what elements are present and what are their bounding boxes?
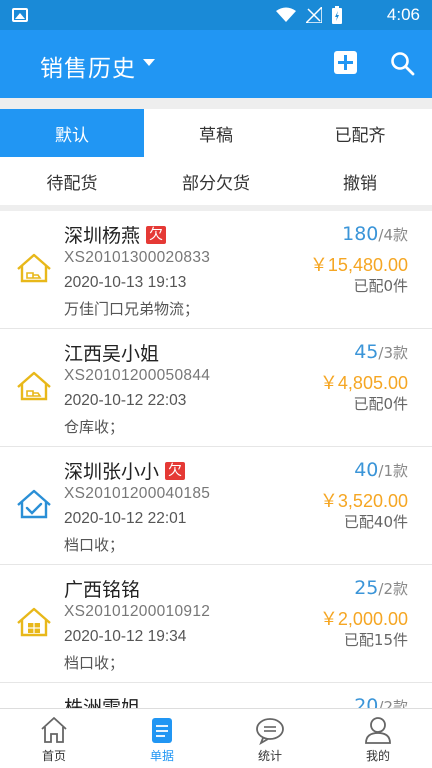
order-note: 仓库收； [64,418,125,436]
page-title[interactable]: 销售历史 [40,49,136,83]
customer-name: 株洲雷姐 [64,697,141,708]
order-quantity: 180/4款 [342,223,408,245]
allocated-count: 已配15件 [343,631,408,649]
order-note: 档口收； [64,654,125,672]
add-button[interactable] [334,51,357,74]
chat-icon [256,718,284,745]
nav-profile[interactable]: 我的 [324,709,432,768]
order-time: 2020-10-12 22:01 [64,510,187,527]
nav-home[interactable]: 首页 [0,709,108,768]
allocated-count: 已配40件 [343,513,408,531]
status-tabs-primary: 默认 草稿 已配齐 [0,109,432,157]
allocated-count: 已配0件 [353,395,408,413]
nav-documents[interactable]: 单据 [108,709,216,768]
order-row[interactable]: 江西吴小姐 XS20101200050844 2020-10-12 22:03 … [0,329,432,447]
order-time: 2020-10-12 19:34 [64,628,187,645]
customer-name: 深圳张小小欠 [64,457,186,484]
house-check-icon [17,489,51,519]
clock: 4:06 [386,5,420,24]
system-icons [276,6,342,24]
order-quantity: 25/2款 [354,577,408,599]
status-tabs-secondary: 待配货 部分欠货 撤销 [0,157,432,205]
chevron-down-icon[interactable] [143,59,155,66]
order-amount: ￥4,805.00 [319,373,408,393]
order-time: 2020-10-13 19:13 [64,274,187,291]
owe-badge: 欠 [165,461,186,480]
order-note: 万佳门口兄弟物流； [64,300,200,318]
order-quantity: 20/2款 [354,695,408,708]
allocated-count: 已配0件 [353,277,408,295]
house-truck-icon [17,371,51,401]
bottom-navigation: 首页 单据 统计 我的 [0,708,432,768]
app-bar: 销售历史 [0,30,432,98]
tab-default[interactable]: 默认 [0,109,144,157]
order-quantity: 40/1款 [354,459,408,481]
document-icon [152,718,172,743]
order-row[interactable]: 深圳杨燕欠 XS20101300020833 2020-10-13 19:13 … [0,211,432,329]
customer-name: 深圳杨燕欠 [64,221,167,248]
order-row[interactable]: 深圳张小小欠 XS20101200040185 2020-10-12 22:01… [0,447,432,565]
tab-fully-allocated[interactable]: 已配齐 [288,109,432,157]
house-truck-icon [17,253,51,283]
order-amount: ￥3,520.00 [319,491,408,511]
battery-icon [332,6,342,24]
customer-name: 广西铭铭 [64,579,141,601]
customer-name: 江西吴小姐 [64,343,160,365]
tab-draft[interactable]: 草稿 [144,109,288,157]
house-partial-icon [17,607,51,637]
order-amount: ￥2,000.00 [319,609,408,629]
nav-statistics[interactable]: 统计 [216,709,324,768]
search-icon[interactable] [390,51,416,77]
wifi-icon [276,7,296,22]
tab-partial-owed[interactable]: 部分欠货 [144,157,288,205]
order-number: XS20101300020833 [64,249,211,266]
tab-cancelled[interactable]: 撤销 [288,157,432,205]
tab-pending-allocation[interactable]: 待配货 [0,157,144,205]
order-number: XS20101200040185 [64,485,211,502]
status-bar: 4:06 [0,0,432,30]
order-quantity: 45/3款 [354,341,408,363]
order-number: XS20101200050844 [64,367,211,384]
signal-icon [306,7,322,23]
order-note: 档口收； [64,536,125,554]
order-row[interactable]: 广西铭铭 XS20101200010912 2020-10-12 19:34 档… [0,565,432,683]
home-icon [41,717,67,743]
person-icon [365,717,391,744]
owe-badge: 欠 [146,225,167,244]
image-notification-icon [12,8,28,22]
order-list: 深圳杨燕欠 XS20101300020833 2020-10-13 19:13 … [0,211,432,708]
order-number: XS20101200010912 [64,603,211,620]
order-amount: ￥15,480.00 [309,255,408,275]
order-row[interactable]: 株洲雷姐 20/2款 [0,683,432,708]
order-time: 2020-10-12 22:03 [64,392,187,409]
